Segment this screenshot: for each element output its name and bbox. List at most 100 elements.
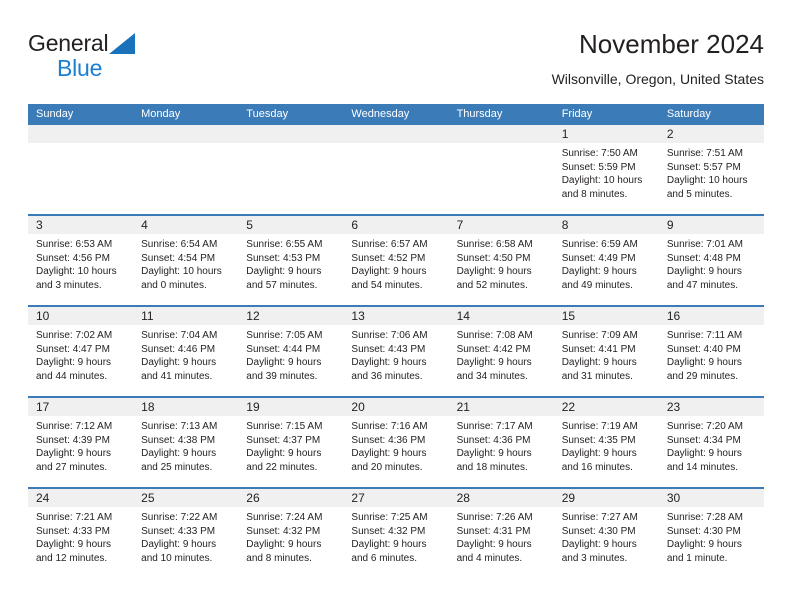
day-info-line: Sunset: 4:31 PM [456,525,531,537]
day-info-line: and 5 minutes. [666,188,733,200]
day-info-line: Sunrise: 7:09 AM [561,330,638,341]
day-cell[interactable]: 5 Sunrise: 6:55 AM Sunset: 4:53 PM Daylight… [238,216,344,305]
day-info-line: Sunset: 4:56 PM [36,252,110,264]
day-info-line: Daylight: 9 hours [561,539,637,551]
day-info-line: and 18 minutes. [456,461,528,473]
calendar-week-row: 3 Sunrise: 6:53 AM Sunset: 4:56 PM Daylight… [28,214,764,305]
day-number-band [448,125,554,143]
day-info-line: and 8 minutes. [246,552,312,564]
day-sun-info [343,143,448,147]
day-sun-info [28,143,133,147]
day-cell[interactable]: 16 Sunrise: 7:11 AM Sunset: 4:40 PM Dayligh… [658,307,764,396]
day-info-line: and 49 minutes. [561,279,633,291]
day-info-line: Sunset: 4:48 PM [666,252,741,264]
day-number: 23 [666,400,681,414]
day-number-band: 10 [28,307,134,325]
day-info-line: Daylight: 9 hours [141,357,217,369]
day-header-monday: Monday [141,108,181,120]
day-cell[interactable]: 6 Sunrise: 6:57 AM Sunset: 4:52 PM Daylight… [343,216,449,305]
day-info-line: Daylight: 9 hours [666,357,742,369]
day-cell[interactable]: 20 Sunrise: 7:16 AM Sunset: 4:36 PM Dayligh… [343,398,449,487]
day-cell[interactable]: 12 Sunrise: 7:05 AM Sunset: 4:44 PM Dayligh… [238,307,344,396]
day-info-line: Daylight: 9 hours [666,448,742,460]
day-sun-info: Sunrise: 7:27 AM Sunset: 4:30 PM Daylight:… [554,507,659,565]
day-sun-info: Sunrise: 7:05 AM Sunset: 4:44 PM Daylight:… [238,325,343,383]
day-info-line: Sunset: 4:46 PM [141,343,216,355]
day-cell[interactable]: 21 Sunrise: 7:17 AM Sunset: 4:36 PM Dayligh… [448,398,554,487]
day-cell[interactable]: 26 Sunrise: 7:24 AM Sunset: 4:32 PM Dayligh… [238,489,344,578]
day-info-line: Sunset: 4:50 PM [456,252,531,264]
day-cell[interactable]: 30 Sunrise: 7:28 AM Sunset: 4:30 PM Dayligh… [658,489,764,578]
day-sun-info: Sunrise: 7:08 AM Sunset: 4:42 PM Daylight:… [449,325,554,383]
day-cell[interactable]: 17 Sunrise: 7:12 AM Sunset: 4:39 PM Dayligh… [28,398,134,487]
day-cell[interactable]: 3 Sunrise: 6:53 AM Sunset: 4:56 PM Daylight… [28,216,134,305]
day-cell[interactable]: 23 Sunrise: 7:20 AM Sunset: 4:34 PM Dayligh… [658,398,764,487]
day-sun-info: Sunrise: 7:17 AM Sunset: 4:36 PM Daylight:… [449,416,554,474]
day-cell[interactable]: 10 Sunrise: 7:02 AM Sunset: 4:47 PM Dayligh… [28,307,134,396]
day-info-line: and 14 minutes. [666,461,739,473]
day-cell[interactable]: 19 Sunrise: 7:15 AM Sunset: 4:37 PM Dayligh… [238,398,344,487]
day-number: 20 [351,400,365,414]
day-info-line: Sunset: 4:38 PM [141,434,216,446]
day-info-line: Sunset: 4:54 PM [141,252,216,264]
day-info-line: Sunrise: 7:26 AM [456,512,533,523]
day-number: 5 [246,218,253,232]
day-info-line: and 0 minutes. [141,279,207,291]
day-number-band: 2 [658,125,764,143]
day-cell[interactable]: 8 Sunrise: 6:59 AM Sunset: 4:49 PM Daylight… [553,216,659,305]
day-info-line: and 6 minutes. [351,552,418,564]
day-number: 10 [36,309,50,323]
day-number: 28 [456,491,470,505]
day-cell[interactable]: 2 Sunrise: 7:51 AM Sunset: 5:57 PM Daylight… [658,125,764,214]
day-info-line: and 10 minutes. [141,552,213,564]
day-info-line: Sunset: 4:36 PM [456,434,531,446]
day-cell[interactable]: 18 Sunrise: 7:13 AM Sunset: 4:38 PM Dayligh… [133,398,239,487]
day-info-line: Sunrise: 6:54 AM [141,239,218,250]
day-info-line: and 12 minutes. [36,552,108,564]
day-info-line: Sunrise: 7:17 AM [456,421,533,432]
day-info-line: Sunset: 4:39 PM [36,434,110,446]
day-number-band: 13 [343,307,449,325]
day-cell[interactable]: 25 Sunrise: 7:22 AM Sunset: 4:33 PM Dayligh… [133,489,239,578]
day-cell[interactable]: 11 Sunrise: 7:04 AM Sunset: 4:46 PM Dayligh… [133,307,239,396]
page-subtitle: Wilsonville, Oregon, United States [551,71,764,87]
day-info-line: Sunrise: 7:06 AM [351,330,428,341]
day-cell[interactable]: 14 Sunrise: 7:08 AM Sunset: 4:42 PM Dayligh… [448,307,554,396]
day-info-line: Daylight: 9 hours [246,448,322,460]
calendar-week-row: 17 Sunrise: 7:12 AM Sunset: 4:39 PM Dayligh… [28,396,764,487]
day-cell[interactable]: 13 Sunrise: 7:06 AM Sunset: 4:43 PM Dayligh… [343,307,449,396]
day-number: 11 [141,309,154,323]
day-sun-info: Sunrise: 7:21 AM Sunset: 4:33 PM Daylight:… [28,507,133,565]
day-sun-info: Sunrise: 6:53 AM Sunset: 4:56 PM Daylight:… [28,234,133,292]
day-sun-info: Sunrise: 7:16 AM Sunset: 4:36 PM Daylight:… [343,416,448,474]
day-number: 7 [456,218,464,232]
day-sun-info [133,143,238,147]
day-cell[interactable]: 28 Sunrise: 7:26 AM Sunset: 4:31 PM Dayligh… [448,489,554,578]
day-sun-info [238,143,343,147]
day-cell[interactable]: 7 Sunrise: 6:58 AM Sunset: 4:50 PM Daylight… [448,216,554,305]
day-cell-empty [133,125,239,214]
day-cell[interactable]: 4 Sunrise: 6:54 AM Sunset: 4:54 PM Daylight… [133,216,239,305]
day-sun-info: Sunrise: 7:02 AM Sunset: 4:47 PM Daylight:… [28,325,133,383]
day-cell[interactable]: 29 Sunrise: 7:27 AM Sunset: 4:30 PM Dayligh… [553,489,659,578]
day-cell[interactable]: 22 Sunrise: 7:19 AM Sunset: 4:35 PM Dayligh… [553,398,659,487]
day-cell[interactable]: 9 Sunrise: 7:01 AM Sunset: 4:48 PM Daylight… [658,216,764,305]
day-cell[interactable]: 1 Sunrise: 7:50 AM Sunset: 5:59 PM Daylight… [553,125,659,214]
day-info-line: Sunrise: 6:59 AM [561,239,638,250]
day-number: 19 [246,400,260,414]
day-info-line: and 34 minutes. [456,370,528,382]
day-cell[interactable]: 24 Sunrise: 7:21 AM Sunset: 4:33 PM Dayligh… [28,489,134,578]
day-cell[interactable]: 27 Sunrise: 7:25 AM Sunset: 4:32 PM Dayligh… [343,489,449,578]
day-header-thursday: Thursday [456,108,503,120]
day-sun-info: Sunrise: 6:58 AM Sunset: 4:50 PM Daylight:… [449,234,554,292]
day-info-line: and 39 minutes. [246,370,318,382]
general-blue-logo[interactable]: General Blue [28,30,248,88]
day-info-line: Sunset: 5:57 PM [666,161,741,173]
day-sun-info: Sunrise: 7:51 AM Sunset: 5:57 PM Daylight:… [659,143,764,201]
day-number-band: 5 [238,216,344,234]
day-cell[interactable]: 15 Sunrise: 7:09 AM Sunset: 4:41 PM Dayligh… [553,307,659,396]
day-info-line: Daylight: 9 hours [351,266,427,278]
day-info-line: Daylight: 9 hours [561,266,637,278]
day-info-line: Sunrise: 7:13 AM [141,421,218,432]
day-number-band: 29 [553,489,659,507]
